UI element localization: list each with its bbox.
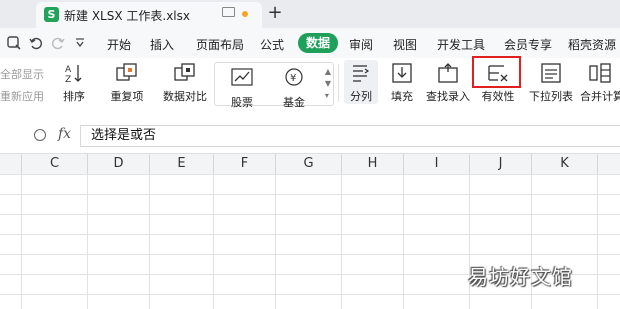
- menu-member[interactable]: 会员专享: [504, 36, 552, 53]
- column-header[interactable]: I: [404, 154, 470, 174]
- menu-docer[interactable]: 稻壳资源: [568, 36, 616, 53]
- svg-text:A: A: [65, 65, 72, 75]
- grid-line: [87, 174, 88, 309]
- ribbon-toolbar: 全部显示 重新应用 AZ 排序 重复项 数据对比 股票 ¥ 基金 ▲ ▼ ▾ 分…: [0, 58, 620, 109]
- svg-text:Z: Z: [65, 75, 71, 84]
- column-header[interactable]: C: [22, 154, 88, 174]
- duplicates-icon: [115, 62, 139, 84]
- fill-button[interactable]: 填充: [386, 62, 418, 104]
- text-to-columns-icon: [349, 62, 373, 84]
- svg-text:¥: ¥: [290, 73, 296, 84]
- gallery-scroll-icon[interactable]: ▲ ▼ ▾: [325, 66, 331, 102]
- sort-button[interactable]: AZ 排序: [58, 62, 90, 104]
- data-compare-icon: [173, 62, 197, 84]
- new-tab-button[interactable]: +: [266, 2, 284, 24]
- grid-line: [341, 174, 342, 309]
- column-header[interactable]: G: [276, 154, 342, 174]
- data-compare-label: 数据对比: [163, 90, 207, 103]
- dropdown-list-label: 下拉列表: [529, 90, 573, 103]
- menu-data[interactable]: 数据: [298, 33, 338, 53]
- menu-developer[interactable]: 开发工具: [437, 36, 485, 53]
- data-compare-button[interactable]: 数据对比: [157, 62, 213, 104]
- monitor-icon[interactable]: [222, 7, 235, 17]
- undo-icon[interactable]: [28, 35, 44, 51]
- find-entry-button[interactable]: 查找录入: [425, 62, 471, 104]
- quick-access-dropdown-icon[interactable]: [72, 35, 88, 51]
- watermark-text: 易坊好文馆: [468, 265, 573, 289]
- validity-label: 有效性: [481, 90, 515, 103]
- text-to-columns-button[interactable]: 分列: [344, 60, 378, 104]
- fill-label: 填充: [391, 90, 413, 103]
- unsaved-dot-icon[interactable]: [242, 11, 248, 17]
- fund-button[interactable]: ¥ 基金: [277, 67, 311, 110]
- duplicates-button[interactable]: 重复项: [104, 62, 150, 104]
- grid-line: [275, 174, 276, 309]
- validity-highlight-box: [472, 56, 521, 88]
- grid-line: [403, 174, 404, 309]
- document-title: 新建 XLSX 工作表.xlsx: [64, 9, 190, 23]
- column-header-row: C D E F G H I J K: [0, 153, 620, 175]
- menu-formula[interactable]: 公式: [260, 36, 284, 53]
- ribbon-divider: [338, 64, 339, 102]
- column-header[interactable]: H: [342, 154, 404, 174]
- sort-icon: AZ: [62, 62, 86, 85]
- stock-chart-icon: [231, 68, 253, 86]
- menu-page-layout[interactable]: 页面布局: [196, 36, 244, 53]
- redo-icon[interactable]: [50, 35, 66, 51]
- formula-input[interactable]: 选择是或否: [80, 125, 620, 147]
- title-tab-bar: S 新建 XLSX 工作表.xlsx +: [0, 0, 620, 28]
- sort-label: 排序: [63, 90, 85, 103]
- grid-line: [213, 174, 214, 309]
- fund-yen-icon: ¥: [285, 68, 303, 86]
- grid-line: [597, 174, 598, 309]
- column-header[interactable]: J: [470, 154, 532, 174]
- menu-view[interactable]: 视图: [393, 36, 417, 53]
- menu-bar: 开始 插入 页面布局 公式 数据 审阅 视图 开发工具 会员专享 稻壳资源: [0, 28, 620, 58]
- document-tab[interactable]: S 新建 XLSX 工作表.xlsx: [36, 2, 262, 28]
- find-entry-icon: [436, 62, 460, 84]
- fill-down-icon: [390, 62, 414, 84]
- dropdown-list-icon: [539, 62, 563, 84]
- menu-review[interactable]: 审阅: [349, 36, 373, 53]
- spreadsheet-icon: S: [44, 7, 59, 22]
- column-header[interactable]: F: [214, 154, 276, 174]
- consolidate-button[interactable]: 合并计算: [580, 62, 620, 104]
- text-to-columns-label: 分列: [350, 90, 372, 103]
- grid-line: [149, 174, 150, 309]
- duplicates-label: 重复项: [110, 90, 144, 103]
- corner-cell[interactable]: [0, 154, 22, 174]
- dropdown-list-button[interactable]: 下拉列表: [527, 62, 575, 104]
- zoom-search-icon[interactable]: [6, 35, 22, 51]
- zoom-icon[interactable]: [34, 129, 46, 141]
- stock-button[interactable]: 股票: [225, 67, 259, 110]
- consolidate-label: 合并计算: [580, 90, 620, 103]
- menu-home[interactable]: 开始: [107, 36, 131, 53]
- column-header[interactable]: D: [88, 154, 150, 174]
- column-header[interactable]: K: [532, 154, 598, 174]
- fx-icon[interactable]: fx: [58, 126, 71, 142]
- consolidate-icon: [588, 62, 612, 84]
- show-all-button[interactable]: 全部显示: [0, 66, 44, 82]
- menu-insert[interactable]: 插入: [150, 36, 174, 53]
- reapply-button[interactable]: 重新应用: [0, 88, 44, 104]
- find-entry-label: 查找录入: [426, 90, 470, 103]
- grid-line: [21, 174, 22, 309]
- column-header[interactable]: E: [150, 154, 214, 174]
- stock-fund-gallery: 股票 ¥ 基金 ▲ ▼ ▾: [214, 62, 334, 109]
